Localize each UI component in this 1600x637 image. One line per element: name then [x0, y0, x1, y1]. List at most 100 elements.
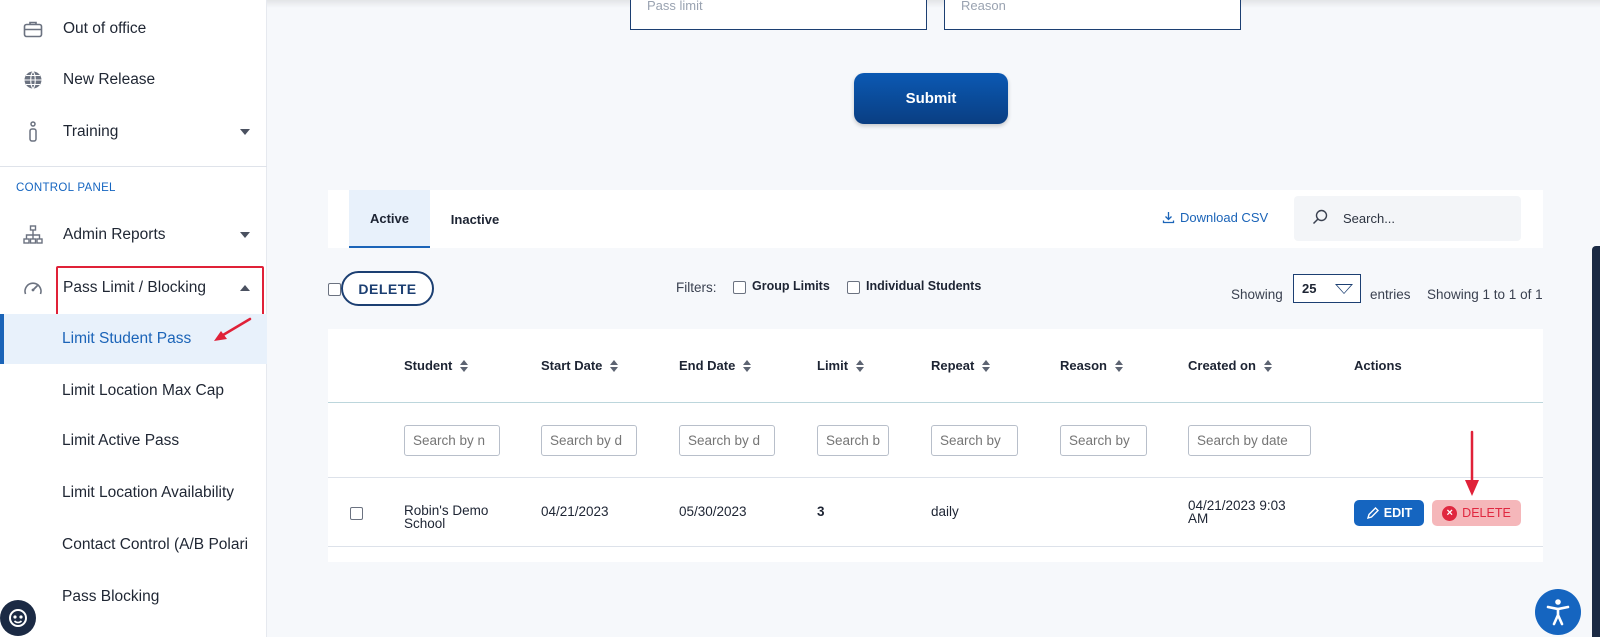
header-divider: [328, 402, 1543, 403]
sidebar-item-label: Pass Limit / Blocking: [63, 279, 206, 296]
sidebar-item-new-release[interactable]: New Release: [0, 56, 267, 104]
sidebar-item-pass-limit-blocking[interactable]: Pass Limit / Blocking: [0, 264, 267, 312]
header-shadow: [267, 0, 1600, 8]
tab-inactive[interactable]: Inactive: [430, 190, 520, 248]
edit-label: EDIT: [1383, 506, 1413, 520]
sort-icon: [982, 359, 991, 372]
bulk-delete-button[interactable]: DELETE: [341, 271, 434, 306]
scrollbar[interactable]: [1592, 246, 1600, 637]
cell-limit: 3: [817, 504, 825, 519]
submit-button[interactable]: Submit: [854, 73, 1008, 124]
info-icon: [22, 121, 44, 143]
header-label: Start Date: [541, 358, 603, 373]
sidebar-sub-item-limit-active-pass[interactable]: Limit Active Pass: [0, 416, 267, 466]
sitemap-icon: [22, 224, 44, 246]
briefcase-icon: [22, 18, 44, 40]
tab-active[interactable]: Active: [349, 190, 430, 248]
download-csv-link[interactable]: Download CSV: [1162, 210, 1268, 225]
sidebar-sub-item-limit-location-availability[interactable]: Limit Location Availability: [0, 468, 267, 518]
pencil-icon: [1366, 507, 1379, 520]
delete-label: DELETE: [1462, 506, 1511, 520]
header-label: Limit: [817, 358, 849, 373]
limit-search-input[interactable]: [817, 425, 889, 456]
header-end-date[interactable]: End Date: [679, 358, 752, 373]
header-label: End Date: [679, 358, 736, 373]
header-label: Repeat: [931, 358, 975, 373]
reason-field[interactable]: Reason: [944, 0, 1241, 30]
sidebar-divider: [0, 166, 267, 167]
row-divider: [328, 546, 1543, 547]
header-label: Reason: [1060, 358, 1107, 373]
cell-student: Robin's Demo School: [404, 504, 488, 531]
section-label: CONTROL PANEL: [16, 182, 116, 194]
sort-icon: [743, 359, 752, 372]
search-icon: [1312, 209, 1328, 225]
sidebar-sub-item-contact-control[interactable]: Contact Control (A/B Polari: [0, 520, 267, 570]
accessibility-icon: [1546, 599, 1570, 626]
individual-students-label: Individual Students: [866, 279, 982, 293]
download-csv-label: Download CSV: [1180, 210, 1269, 225]
sidebar-item-training[interactable]: Training: [0, 108, 267, 156]
header-reason[interactable]: Reason: [1060, 358, 1123, 373]
showing-summary: Showing 1 to 1 of 1: [1427, 287, 1543, 302]
sidebar: Out of office New Release Training CONTR…: [0, 0, 267, 637]
row-checkbox[interactable]: [350, 507, 363, 520]
sort-icon: [610, 359, 619, 372]
header-repeat[interactable]: Repeat: [931, 358, 991, 373]
globe-icon: [22, 69, 44, 91]
entries-value: 25: [1302, 281, 1317, 296]
student-search-input[interactable]: [404, 425, 500, 456]
sort-icon: [460, 359, 469, 372]
data-table: Student Start Date End Date Limit Repeat…: [328, 329, 1543, 562]
row-delete-button[interactable]: × DELETE: [1432, 500, 1521, 526]
sidebar-sub-item-pass-blocking[interactable]: Pass Blocking: [0, 572, 267, 622]
pass-limit-field[interactable]: Pass limit: [630, 0, 927, 30]
chevron-down-icon: [240, 232, 250, 238]
accessibility-button[interactable]: [1535, 589, 1581, 635]
chevron-down-icon: [1335, 284, 1353, 294]
header-limit[interactable]: Limit: [817, 358, 865, 373]
cell-student-line2: School: [404, 516, 446, 531]
individual-students-checkbox[interactable]: [847, 281, 860, 294]
header-label: Student: [404, 358, 453, 373]
sort-icon: [856, 359, 865, 372]
sort-icon: [1114, 359, 1123, 372]
filters-label: Filters:: [676, 280, 717, 295]
search-input[interactable]: Search...: [1294, 196, 1521, 241]
chevron-up-icon: [240, 285, 250, 291]
repeat-search-input[interactable]: [931, 425, 1018, 456]
row-divider: [328, 477, 1543, 478]
group-limits-checkbox[interactable]: [733, 281, 746, 294]
header-created-on[interactable]: Created on: [1188, 358, 1272, 373]
edit-button[interactable]: EDIT: [1354, 500, 1424, 526]
sub-item-label: Pass Blocking: [62, 588, 160, 605]
sub-item-label: Limit Student Pass: [62, 330, 192, 347]
sort-icon: [1263, 359, 1272, 372]
sidebar-item-admin-reports[interactable]: Admin Reports: [0, 211, 267, 259]
cell-repeat: daily: [931, 504, 959, 519]
sidebar-sub-item-limit-student-pass[interactable]: Limit Student Pass: [0, 314, 267, 364]
header-student[interactable]: Student: [404, 358, 469, 373]
start-date-search-input[interactable]: [541, 425, 637, 456]
sidebar-item-out-of-office[interactable]: Out of office: [0, 5, 267, 53]
brand-badge-icon[interactable]: [0, 600, 36, 636]
select-all-checkbox[interactable]: [328, 283, 341, 296]
header-start-date[interactable]: Start Date: [541, 358, 619, 373]
showing-label: Showing: [1231, 287, 1283, 302]
sub-item-label: Contact Control (A/B Polari: [62, 536, 249, 553]
sidebar-sub-item-limit-location-max-cap[interactable]: Limit Location Max Cap: [0, 366, 267, 416]
reason-search-input[interactable]: [1060, 425, 1147, 456]
sidebar-item-label: Admin Reports: [63, 226, 166, 243]
download-icon: [1162, 212, 1175, 224]
entries-label: entries: [1370, 287, 1411, 302]
group-limits-label: Group Limits: [752, 279, 830, 293]
sidebar-item-label: Training: [63, 123, 119, 140]
sub-item-label: Limit Location Max Cap: [62, 382, 224, 399]
end-date-search-input[interactable]: [679, 425, 775, 456]
speedometer-icon: [22, 277, 44, 299]
entries-select[interactable]: 25: [1293, 274, 1361, 303]
sidebar-item-label: Out of office: [63, 20, 147, 37]
created-on-search-input[interactable]: [1188, 425, 1311, 456]
header-label: Actions: [1354, 358, 1402, 373]
cell-end-date: 05/30/2023: [679, 504, 747, 519]
